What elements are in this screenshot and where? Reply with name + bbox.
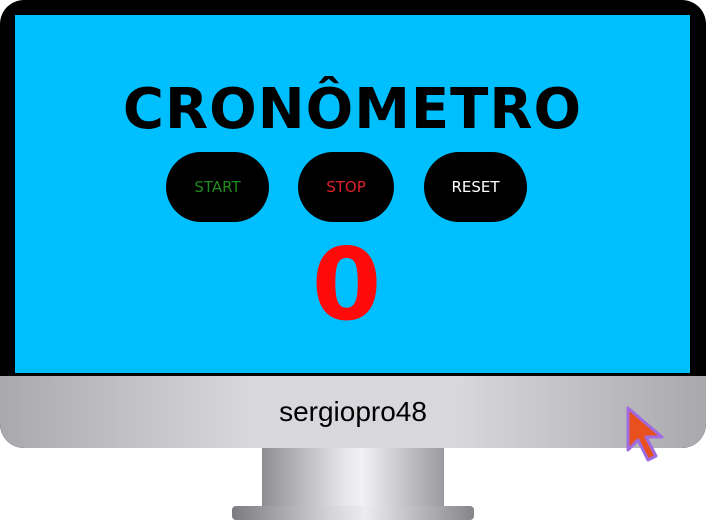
reset-button[interactable]: RESET [424, 152, 527, 222]
mouse-pointer-icon [626, 406, 664, 462]
monitor-chin: sergiopro48 [0, 376, 706, 448]
monitor-mockup: CRONÔMETRO START STOP RESET 0 sergiopro4… [0, 0, 706, 521]
monitor-frame: CRONÔMETRO START STOP RESET 0 sergiopro4… [0, 0, 706, 448]
page-title: CRONÔMETRO [122, 77, 583, 142]
stop-button[interactable]: STOP [298, 152, 394, 222]
monitor-stand-neck [262, 448, 444, 508]
monitor-stand-base [232, 506, 474, 520]
timer-counter: 0 [311, 226, 382, 343]
start-button[interactable]: START [166, 152, 269, 222]
monitor-chin-label: sergiopro48 [279, 396, 427, 427]
app-screen: CRONÔMETRO START STOP RESET 0 [15, 15, 690, 373]
